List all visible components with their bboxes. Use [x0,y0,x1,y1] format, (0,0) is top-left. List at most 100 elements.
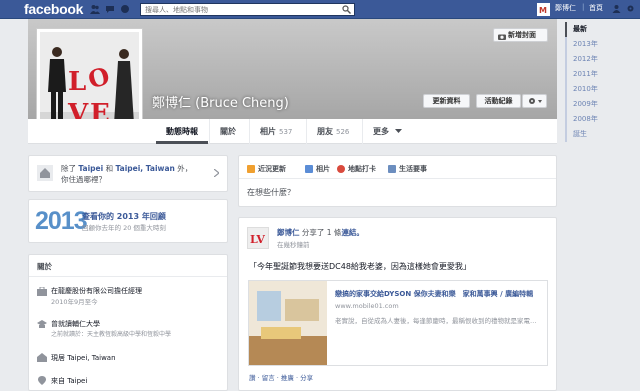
link-preview-url: www.mobile01.com [335,302,399,310]
tab-timeline[interactable]: 動態時報 [156,119,208,144]
composer-tab-label: 相片 [316,165,330,173]
city-link[interactable]: Taipei [78,164,103,173]
location-text: 和 [103,164,116,173]
about-education-title: 曾就讀輔仁大學 [51,320,100,328]
year-timeline-nav: 最新 2013年 2012年 2011年 2010年 2009年 2008年 誕… [565,22,625,142]
svg-text:L: L [68,67,86,97]
link-preview[interactable]: 戀搞的家事交給DYSON 保你夫妻和樂 家和萬事興 / 廣編特輯 www.mob… [248,280,548,366]
feed-post: LV 鄭博仁 分享了 1 條連結。 在幾秒鐘前 「今年聖誕節我想要送DC48給我… [238,217,557,391]
about-from: 來自 Taipei [51,377,88,385]
post-author-avatar[interactable]: LV [247,227,269,249]
location-prompt-card: 除了 Taipei 和 Taipei, Taiwan 外， 你住過哪裡？ [28,155,228,192]
user-avatar[interactable]: M [537,3,550,16]
update-info-button[interactable]: 更新資料 [423,94,470,108]
timeline-item[interactable]: 2008年 [565,112,625,127]
tab-label: 關於 [220,127,236,136]
tab-check-in[interactable]: 地點打卡 [337,164,376,174]
love-sculpture-photo: L O V E [40,32,139,131]
search-icon[interactable] [342,5,351,16]
pencil-icon [247,165,255,173]
about-work: 在龍慶股份有限公司擔任經理 2010年9月至今 [51,286,142,306]
about-education: 曾就讀輔仁大學 之前就讀於：天主教恆毅高級中學和恆毅中學 [51,319,171,338]
year-review-card[interactable]: 2013 查看你的 2013 年回顧 回顧你去年的 20 個重大時刻 [28,199,228,243]
composer-tab-label: 近況更新 [258,165,286,173]
profile-name: 鄭博仁 (Bruce Cheng) [152,96,289,111]
friends-icon[interactable] [612,4,621,15]
messages-icon[interactable] [105,4,115,14]
timeline-item[interactable]: 誕生 [565,127,625,142]
timeline-item[interactable]: 2011年 [565,67,625,82]
chevron-down-icon [394,129,402,133]
tab-status-update[interactable]: 近況更新 [247,164,286,174]
profile-nav-bar: 動態時報 關於 相片 537 朋友 526 更多 [28,119,557,144]
svg-text:LV: LV [250,233,265,246]
top-bar: facebook M 鄭博仁 | 首頁 [0,0,640,19]
post-action-text: 分享了 1 條 [299,228,342,237]
tab-photo[interactable]: 相片 [305,164,330,174]
notifications-icon[interactable] [120,4,130,14]
tab-life-event[interactable]: 生活要事 [388,164,427,174]
activity-log-button[interactable]: 活動紀錄 [476,94,521,108]
tab-about[interactable]: 關於 [209,119,246,144]
about-card: 關於 在龍慶股份有限公司擔任經理 2010年9月至今 曾就讀輔仁大學 之前就讀於… [28,254,228,391]
post-author-name[interactable]: 鄭博仁 [277,228,300,237]
year-badge: 2013 [35,207,88,235]
map-pin-icon [337,165,345,173]
user-name-link[interactable]: 鄭博仁 [555,3,576,13]
settings-dropdown-button[interactable] [522,94,547,108]
search-input[interactable] [141,4,336,15]
composer-tab-label: 地點打卡 [348,165,376,173]
photo-icon [305,165,313,173]
tab-label: 更多 [373,127,389,136]
divider [29,276,227,277]
link-preview-title[interactable]: 戀搞的家事交給DYSON 保你夫妻和樂 家和萬事興 / 廣編特輯 [335,289,541,299]
add-cover-button[interactable]: 新增封面 [493,28,548,42]
friend-requests-icon[interactable] [90,4,100,14]
about-work-title: 在龍慶股份有限公司擔任經理 [51,287,142,295]
timeline-item[interactable]: 2009年 [565,97,625,112]
about-header: 關於 [37,262,52,271]
composer-input[interactable]: 在想些什麼？ [247,187,295,198]
svg-text:M: M [539,6,547,15]
tab-friends[interactable]: 朋友 526 [306,119,359,144]
tab-label: 相片 [260,127,276,136]
location-pin-icon [37,376,47,387]
tab-label: 動態時報 [166,127,198,136]
tab-more[interactable]: 更多 [362,119,412,144]
year-review-title[interactable]: 查看你的 2013 年回顧 [82,211,166,222]
link-preview-image [249,281,327,365]
timeline-item[interactable]: 2010年 [565,82,625,97]
settings-icon[interactable] [626,4,635,15]
timeline-item[interactable]: 2012年 [565,52,625,67]
search-box[interactable] [140,3,355,16]
home-icon [37,353,47,364]
post-link-word[interactable]: 連結。 [341,228,364,237]
location-question: 你住過哪裡？ [61,175,106,184]
composer-card: 近況更新 相片 地點打卡 生活要事 在想些什麼？ [238,155,557,207]
post-actions[interactable]: 讚 · 留言 · 推廣 · 分享 [249,372,313,382]
facebook-logo[interactable]: facebook [24,1,83,17]
camera-icon [498,32,506,44]
about-education-sub: 之前就讀於：天主教恆毅高級中學和恆毅中學 [51,331,172,338]
tab-photos[interactable]: 相片 537 [249,119,302,144]
house-icon [37,165,53,183]
timeline-item[interactable]: 最新 [565,22,625,37]
chevron-right-icon[interactable] [213,168,220,179]
education-icon [37,320,47,331]
friends-count: 526 [336,128,350,136]
flag-icon [388,165,396,173]
about-work-sub: 2010年9月至今 [51,298,98,306]
post-message: 「今年聖誕節我想要送DC48給我老婆，因為這樣她會更愛我」 [249,262,471,271]
location-text: 外， [174,164,193,173]
composer-tab-label: 生活要事 [399,165,427,173]
photos-count: 537 [279,128,293,136]
location-text: 除了 [61,164,79,173]
home-link[interactable]: 首頁 [589,3,603,13]
post-timestamp[interactable]: 在幾秒鐘前 [277,239,310,249]
city-link[interactable]: Taipei, Taiwan [115,164,174,173]
link-preview-description: 老實說，自從成為人妻後，每逢節慶時，最稱恨收到的禮物就是家電… [335,317,537,325]
divider [239,178,556,179]
year-review-subtitle: 回顧你去年的 20 個重大時刻 [82,224,166,232]
timeline-item[interactable]: 2013年 [565,37,625,52]
about-lives-in: 現居 Taipei, Taiwan [51,354,116,362]
